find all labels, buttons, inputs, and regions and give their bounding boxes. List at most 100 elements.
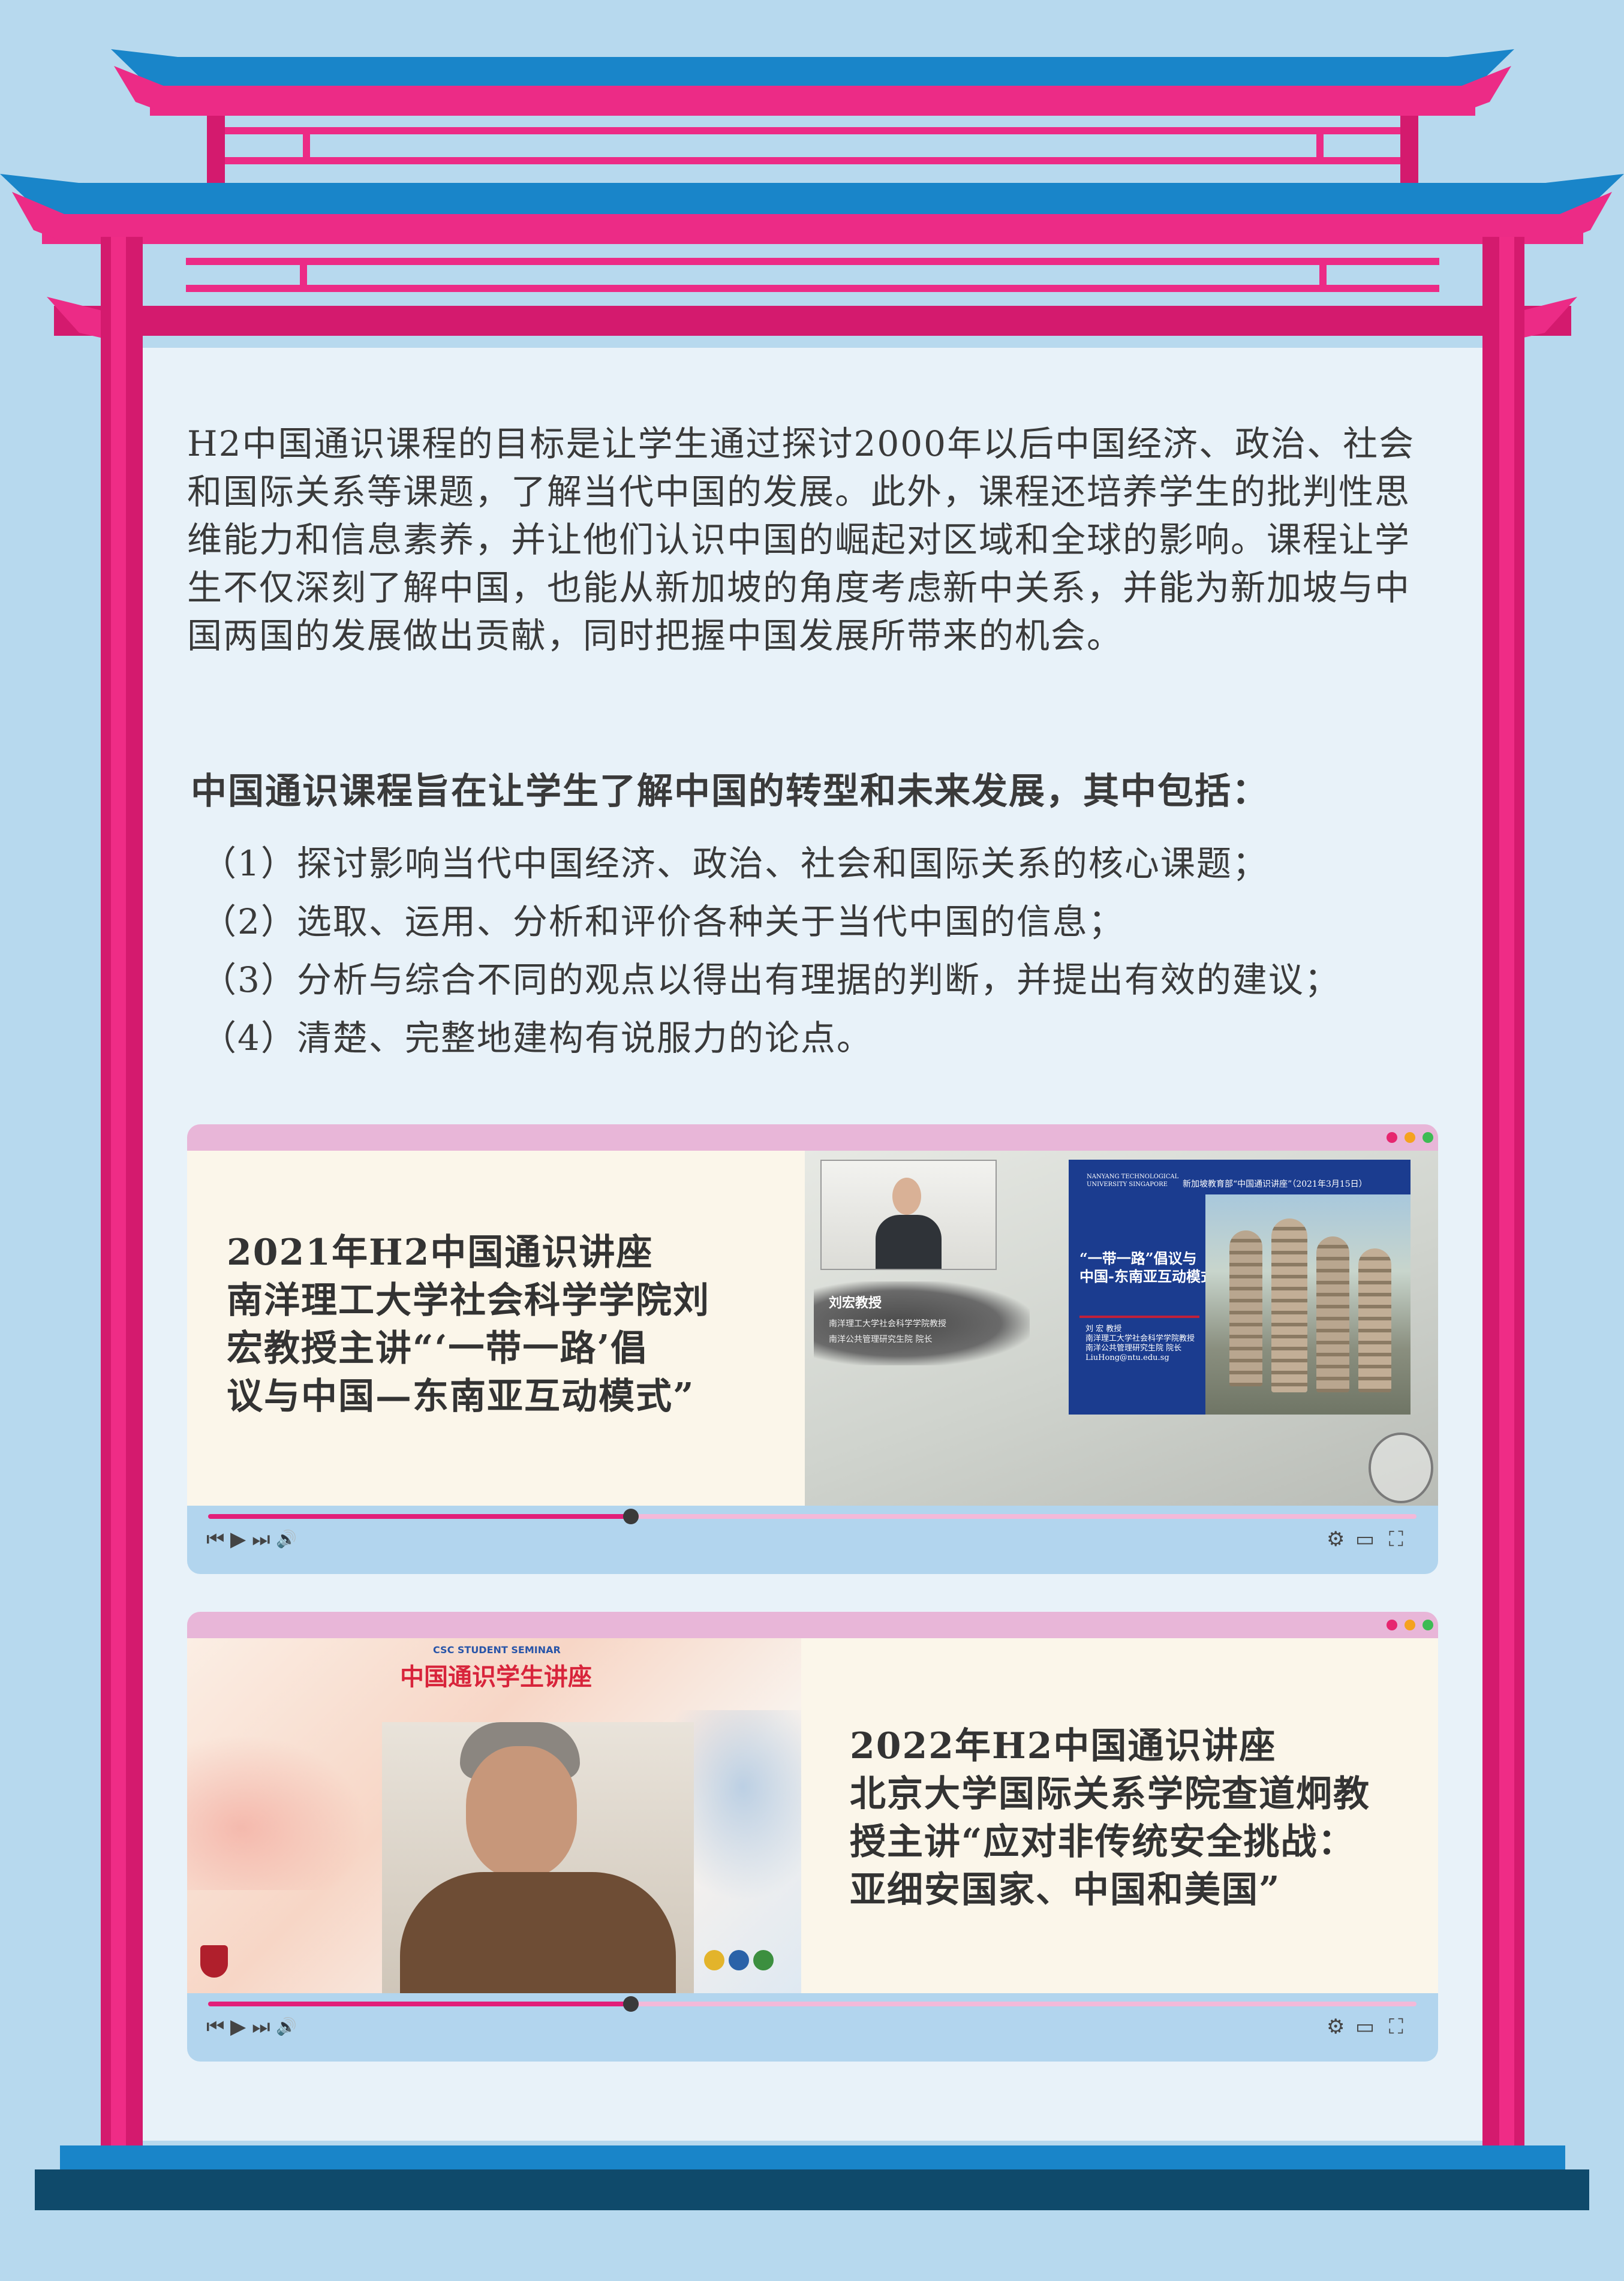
speaker-head: [892, 1178, 921, 1215]
video-title-2022: 2022年H2中国通识讲座 北京大学国际关系学院查道炯教 授主讲“应对非传统安全…: [850, 1722, 1370, 1914]
right-pillar-inner: [1499, 237, 1514, 2159]
slide-title-line: “一带一路”倡议与: [1079, 1250, 1197, 1267]
volume-icon[interactable]: 🔊: [276, 1527, 297, 1551]
building-tower: [1358, 1248, 1391, 1392]
building-tower: [1271, 1218, 1307, 1392]
video-controls-bar: ⏮ ▶ ⏭ 🔊 ⚙ ▭ ⛶: [187, 1993, 1438, 2062]
next-icon[interactable]: ⏭: [252, 2015, 270, 2039]
theater-mode-icon[interactable]: ▭: [1355, 2015, 1375, 2039]
volume-icon[interactable]: 🔊: [276, 2015, 297, 2039]
slide-author: 刘 宏 教授: [1085, 1325, 1122, 1334]
base-plinth: [35, 2169, 1589, 2210]
window-dot-minimize[interactable]: [1405, 1620, 1415, 1630]
window-dot-maximize[interactable]: [1422, 1620, 1433, 1630]
speaker-body: [400, 1872, 676, 1993]
seminar-label-en: CSC STUDENT SEMINAR: [433, 1644, 561, 1656]
speaker-name: 刘宏教授: [829, 1295, 882, 1311]
slide-author-role: 南洋公共管理研究生院 院长: [1085, 1344, 1182, 1353]
prev-icon[interactable]: ⏮: [206, 2015, 225, 2039]
aim-item-2: （2）选取、运用、分析和评价各种关于当代中国的信息；: [202, 901, 1124, 942]
video-body: CSC STUDENT SEMINAR 中国通识学生讲座 2022年H2中国通识…: [187, 1638, 1438, 1993]
play-icon[interactable]: ▶: [230, 2015, 246, 2039]
video-body: 2021年H2中国通识讲座 南洋理工大学社会科学学院刘 宏教授主讲“‘一带一路’…: [187, 1151, 1438, 1506]
partner-logo: [729, 1950, 749, 1970]
speaker-webcam: [820, 1160, 997, 1270]
video-window-titlebar: [187, 1124, 1438, 1151]
seal-stamp-logo: [1369, 1433, 1433, 1503]
base-step: [60, 2145, 1565, 2169]
upper-lattice-bar-2: [225, 157, 1400, 164]
video-title-line: 南洋理工大学社会科学学院刘: [227, 1280, 710, 1322]
settings-icon[interactable]: ⚙: [1327, 2015, 1345, 2039]
main-crossbeam: [54, 306, 1571, 336]
speaker-body: [876, 1215, 942, 1269]
lower-lattice-post-2: [1319, 265, 1327, 292]
lecture-slide: NANYANG TECHNOLOGICAL UNIVERSITY SINGAPO…: [1069, 1160, 1411, 1415]
speaker-head: [466, 1746, 577, 1878]
upper-lattice-post-2: [1316, 134, 1324, 164]
progress-knob[interactable]: [623, 1509, 639, 1524]
video-title-line: 议与中国—东南亚互动模式”: [227, 1376, 695, 1418]
upper-post-left: [207, 116, 225, 194]
slide-email: LiuHong@ntu.edu.sg: [1085, 1353, 1169, 1362]
partner-logo: [753, 1950, 774, 1970]
partner-logo: [704, 1950, 724, 1970]
video-frame-2021[interactable]: 刘宏教授 南洋理工大学社会科学学院教授 南洋公共管理研究生院 院长 NANYAN…: [805, 1151, 1438, 1506]
settings-icon[interactable]: ⚙: [1327, 1527, 1345, 1551]
prev-icon[interactable]: ⏮: [206, 1527, 225, 1551]
video-window-titlebar: [187, 1612, 1438, 1638]
slide-building-photo: [1205, 1194, 1411, 1415]
speaker-role-2: 南洋公共管理研究生院 院长: [829, 1335, 933, 1344]
video-card-2022: CSC STUDENT SEMINAR 中国通识学生讲座 2022年H2中国通识…: [187, 1612, 1438, 2062]
aim-item-4: （4）清楚、完整地建构有说服力的论点。: [202, 1018, 873, 1058]
slide-divider: [1079, 1316, 1199, 1318]
progress-fill: [208, 1514, 631, 1519]
building-tower: [1229, 1230, 1262, 1386]
progress-knob[interactable]: [623, 1996, 639, 2012]
upper-lintel: [150, 86, 1475, 116]
slide-author-role: 南洋理工大学社会科学学院教授: [1085, 1334, 1195, 1343]
fullscreen-icon[interactable]: ⛶: [1389, 2015, 1403, 2039]
aim-item-1: （1）探讨影响当代中国经济、政治、社会和国际关系的核心课题；: [202, 843, 1268, 884]
school-crest: [200, 1945, 228, 1978]
slide-university-logo: NANYANG TECHNOLOGICAL UNIVERSITY SINGAPO…: [1087, 1173, 1179, 1188]
slide-title: “一带一路”倡议与 中国-东南亚互动模式: [1079, 1250, 1215, 1286]
window-dot-maximize[interactable]: [1422, 1132, 1433, 1143]
lower-lintel: [42, 214, 1583, 244]
aims-heading: 中国通识课程旨在让学生了解中国的转型和未来发展，其中包括：: [191, 771, 1269, 813]
video-title-line: 2021年H2中国通识讲座: [227, 1232, 654, 1274]
video-title-line: 北京大学国际关系学院查道炯教: [850, 1773, 1370, 1815]
slide-author-block: 刘 宏 教授 南洋理工大学社会科学学院教授 南洋公共管理研究生院 院长 LiuH…: [1085, 1325, 1195, 1363]
left-pillar-inner: [111, 237, 126, 2159]
seminar-label-cn: 中国通识学生讲座: [400, 1663, 592, 1691]
lower-lattice-bar-1: [186, 258, 1439, 265]
video-title-line: 2022年H2中国通识讲座: [850, 1725, 1277, 1767]
upper-post-right: [1400, 116, 1418, 194]
fullscreen-icon[interactable]: ⛶: [1389, 1527, 1403, 1551]
video-title-line: 宏教授主讲“‘一带一路’倡: [227, 1328, 648, 1370]
aim-item-3: （3）分析与综合不同的观点以得出有理据的判断，并提出有效的建议；: [202, 959, 1340, 1000]
lower-roof: [54, 183, 1571, 214]
window-dot-close[interactable]: [1387, 1620, 1397, 1630]
intro-paragraph: H2中国通识课程的目标是让学生通过探讨2000年以后中国经济、政治、社会和国际关…: [187, 423, 1415, 656]
video-title-line: 亚细安国家、中国和美国”: [850, 1869, 1281, 1911]
window-dot-minimize[interactable]: [1405, 1132, 1415, 1143]
window-dot-close[interactable]: [1387, 1132, 1397, 1143]
lower-lattice-bar-2: [186, 285, 1439, 292]
upper-lattice-post-1: [303, 134, 310, 164]
network-graphic-left: [187, 1734, 367, 1890]
video-frame-2022[interactable]: CSC STUDENT SEMINAR 中国通识学生讲座: [187, 1638, 801, 1993]
building-tower: [1316, 1236, 1349, 1392]
theater-mode-icon[interactable]: ▭: [1355, 1527, 1375, 1551]
upper-lattice-bar-1: [225, 127, 1400, 134]
speaker-webcam: [382, 1722, 694, 1993]
lower-lattice-post-1: [300, 265, 307, 292]
next-icon[interactable]: ⏭: [252, 1527, 270, 1551]
upper-roof: [168, 57, 1457, 86]
video-title-line: 授主讲“应对非传统安全挑战：: [850, 1821, 1355, 1863]
play-icon[interactable]: ▶: [230, 1527, 246, 1551]
slide-title-line: 中国-东南亚互动模式: [1079, 1268, 1215, 1285]
slide-header: 新加坡教育部“中国通识讲座”（2021年3月15日）: [1183, 1179, 1367, 1189]
video-title-2021: 2021年H2中国通识讲座 南洋理工大学社会科学学院刘 宏教授主讲“‘一带一路’…: [227, 1229, 710, 1421]
speaker-role-1: 南洋理工大学社会科学学院教授: [829, 1319, 946, 1329]
